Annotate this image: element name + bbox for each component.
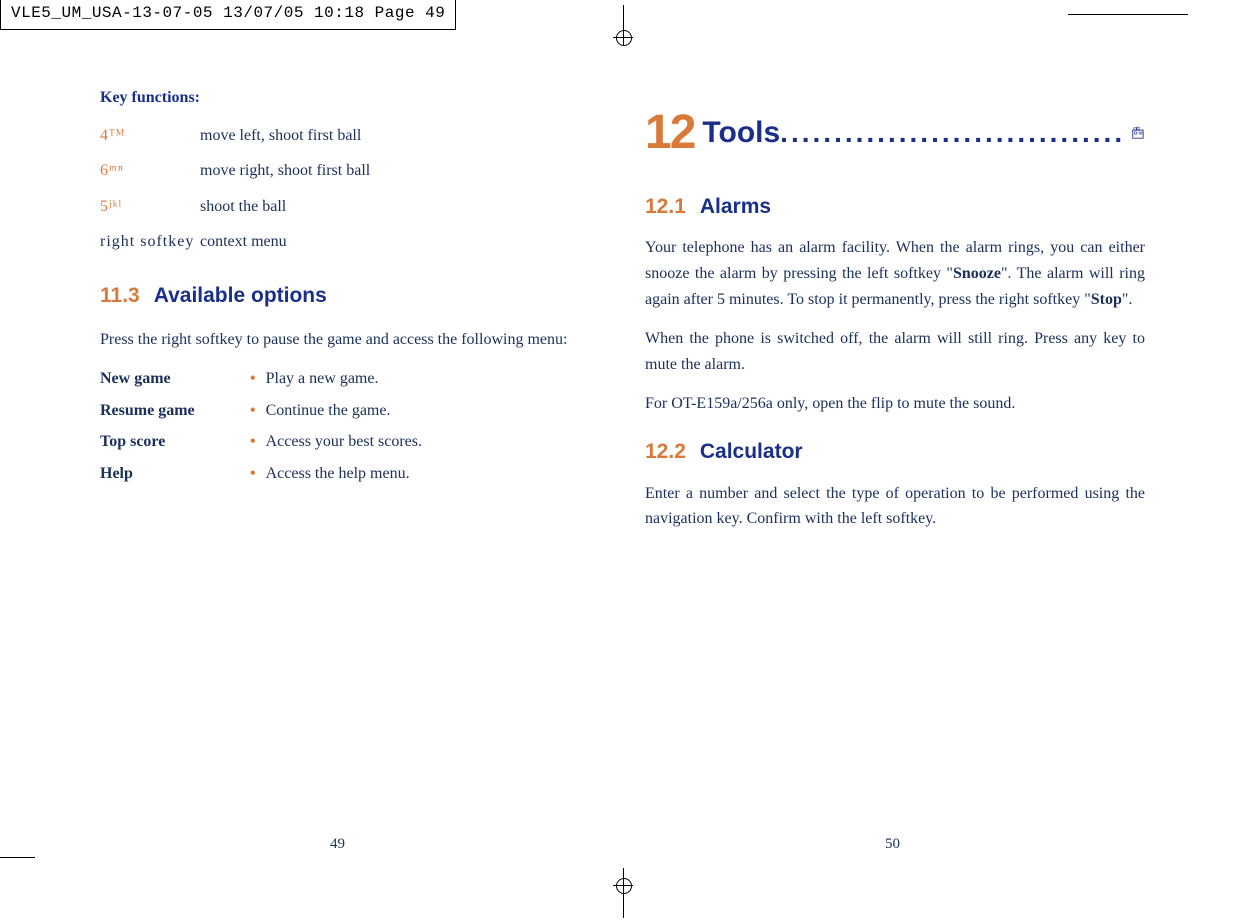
- crop-mark: [1068, 14, 1188, 15]
- section-number: 11.3: [100, 284, 140, 307]
- key-row: 6ᵐⁿ move right, shoot first ball: [100, 158, 585, 184]
- option-row: New game • Play a new game.: [100, 366, 585, 392]
- snooze-label: Snooze: [953, 265, 1001, 282]
- stop-label: Stop: [1091, 291, 1122, 308]
- option-row: Resume game • Continue the game.: [100, 398, 585, 424]
- key-row: 4ᵀᴹ move left, shoot first ball: [100, 123, 585, 149]
- option-name: Help: [100, 461, 250, 487]
- key-desc: context menu: [200, 229, 287, 255]
- leader-dots: ................................: [780, 117, 1125, 148]
- section-number: 12.2: [645, 440, 686, 463]
- body-para: For OT-E159a/256a only, open the flip to…: [645, 391, 1145, 417]
- key-label: 6ᵐⁿ: [100, 158, 200, 184]
- option-name: Resume game: [100, 398, 250, 424]
- chapter-header: 12 Tools................................: [645, 95, 1145, 172]
- section-intro: Press the right softkey to pause the gam…: [100, 327, 585, 353]
- option-desc: Play a new game.: [266, 366, 379, 392]
- body-para: Enter a number and select the type of op…: [645, 481, 1145, 532]
- body-para: Your telephone has an alarm facility. Wh…: [645, 235, 1145, 312]
- key-row: 5ʲᵏˡ shoot the ball: [100, 194, 585, 220]
- tools-icon: [1131, 120, 1145, 146]
- bullet-icon: •: [250, 366, 256, 392]
- option-row: Help • Access the help menu.: [100, 461, 585, 487]
- page-left: Key functions: 4ᵀᴹ move left, shoot firs…: [30, 85, 585, 546]
- option-desc: Access your best scores.: [266, 429, 422, 455]
- key-desc: move left, shoot first ball: [200, 123, 361, 149]
- key-desc: move right, shoot first ball: [200, 158, 370, 184]
- page-number-right: 50: [885, 836, 900, 853]
- option-row: Top score • Access your best scores.: [100, 429, 585, 455]
- key-desc: shoot the ball: [200, 194, 286, 220]
- bullet-icon: •: [250, 398, 256, 424]
- section-title: Available options: [154, 284, 327, 307]
- key-label: right softkey: [100, 229, 200, 255]
- registration-mark-icon: [614, 868, 634, 918]
- print-header: VLE5_UM_USA-13-07-05 13/07/05 10:18 Page…: [0, 0, 456, 30]
- key-label: 4ᵀᴹ: [100, 123, 200, 149]
- chapter-number: 12: [645, 95, 694, 172]
- key-row: right softkey context menu: [100, 229, 585, 255]
- section-12-2-heading: 12.2 Calculator: [645, 435, 1145, 469]
- option-name: New game: [100, 366, 250, 392]
- registration-mark-icon: [614, 5, 634, 45]
- option-name: Top score: [100, 429, 250, 455]
- page-number-left: 49: [330, 836, 345, 853]
- bullet-icon: •: [250, 429, 256, 455]
- option-desc: Access the help menu.: [266, 461, 410, 487]
- key-functions-title: Key functions:: [100, 85, 585, 111]
- key-functions-table: 4ᵀᴹ move left, shoot first ball 6ᵐⁿ move…: [100, 123, 585, 255]
- option-desc: Continue the game.: [266, 398, 391, 424]
- bullet-icon: •: [250, 461, 256, 487]
- key-label: 5ʲᵏˡ: [100, 194, 200, 220]
- options-table: New game • Play a new game. Resume game …: [100, 366, 585, 486]
- section-title: Calculator: [700, 440, 803, 463]
- section-11-3-heading: 11.3 Available options: [100, 279, 585, 313]
- chapter-title: Tools................................: [702, 109, 1125, 157]
- section-12-1-heading: 12.1 Alarms: [645, 190, 1145, 224]
- body-para: When the phone is switched off, the alar…: [645, 326, 1145, 377]
- page-right: 12 Tools................................…: [645, 85, 1145, 546]
- crop-mark: [0, 857, 35, 858]
- section-title: Alarms: [700, 195, 771, 218]
- section-number: 12.1: [645, 195, 686, 218]
